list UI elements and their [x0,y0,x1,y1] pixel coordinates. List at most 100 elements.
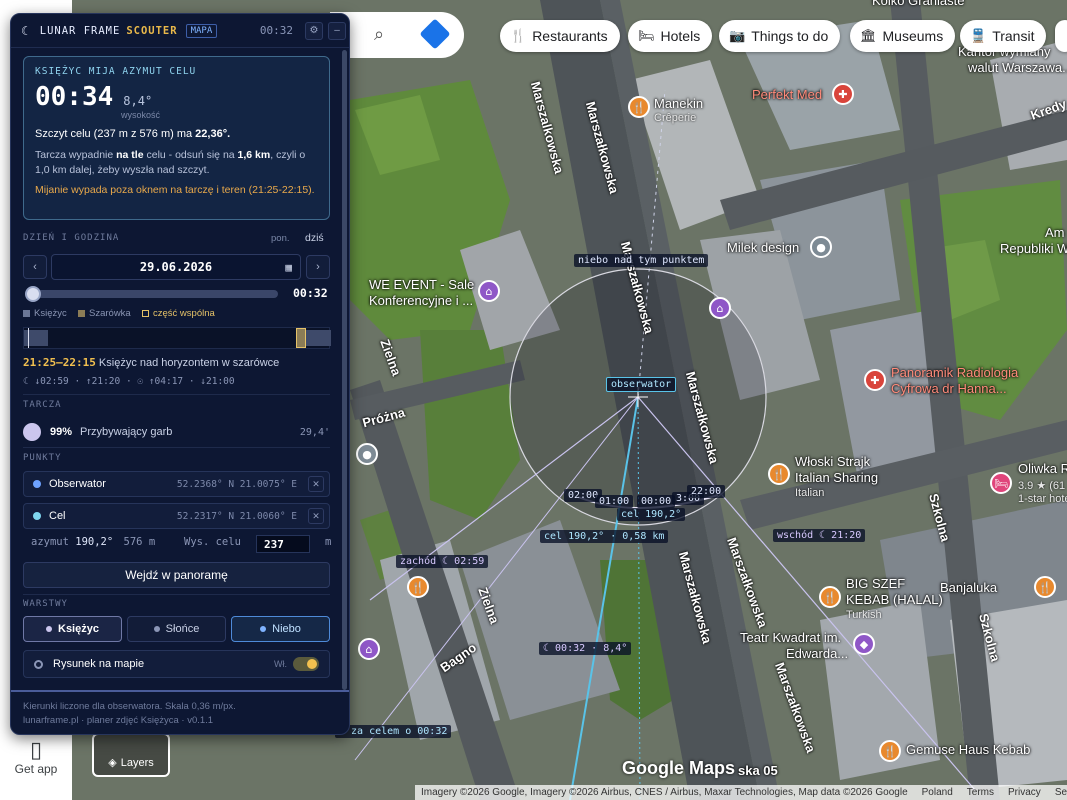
terms-link[interactable]: Terms [967,787,994,798]
footer-credits[interactable]: lunarframe.pl · planer zdjęć Księżyca · … [23,714,339,728]
apparent-size: 29,4' [299,426,330,438]
museum-icon: 🏛 [860,28,877,44]
venue-pin-icon[interactable]: ⌂ [709,297,731,319]
poi-gemuse-haus[interactable]: Gemuse Haus Kebab [906,743,1030,757]
place-pin-icon[interactable]: ● [810,236,832,258]
moon-disk-icon [23,423,41,441]
poi-wloski-strajk-line2[interactable]: Italian Sharing [795,471,878,485]
search-icon[interactable]: ⌕ [374,24,384,45]
medical-pin-icon[interactable]: ✚ [864,369,886,391]
place-pin-icon[interactable]: ● [356,443,378,465]
poi-banjaluka[interactable]: Banjaluka [940,581,997,595]
today-button[interactable]: dziś [305,232,324,244]
poi-panoramik[interactable]: Panoramik Radiologia [891,366,1018,380]
drawing-radio-icon [34,659,43,669]
target-height-unit: m [325,536,332,548]
next-day-button[interactable]: › [306,255,330,279]
poi-oliwka[interactable]: Oliwka R [1018,462,1067,476]
remove-target-button[interactable]: ✕ [308,508,324,524]
poi-big-szef-line2[interactable]: KEBAB (HALAL) [846,593,943,607]
train-icon: 🚆 [970,28,987,44]
app-title: LUNAR FRAME [39,24,121,37]
chip-museums[interactable]: 🏛 Museums [850,20,956,52]
target-height-label: Wys. celu [184,536,241,548]
observer-marker-label[interactable]: obserwator [606,377,677,392]
chip-hotels[interactable]: 🛏 Hotels [628,20,713,52]
map-drawing-toggle-row[interactable]: Rysunek na mapie Wł. [23,650,330,678]
moon-passes-target-alert: KSIĘŻYC MIJA AZYMUT CELU 00:34 8,4° wyso… [23,56,330,220]
chip-transit[interactable]: 🚆 Transit [960,20,1047,52]
moon-icon: ☾ [21,23,32,38]
search-bar[interactable]: ⌕ [330,12,464,58]
layer-toggle-sky[interactable]: Niebo [231,616,330,642]
target-azimuth-label: cel 190,2° [617,508,686,521]
legend-swatch [142,310,149,317]
region-link[interactable]: Poland [922,787,953,798]
prev-day-button[interactable]: ‹ [23,255,47,279]
poi-big-szef[interactable]: BIG SZEF [846,577,905,591]
date-input[interactable]: 29.06.2026 ▦ [51,254,301,280]
time-slider-handle[interactable] [25,286,41,302]
target-point-row[interactable]: Cel 52.2317° N 21.0060° E ✕ [23,503,330,529]
moonrise-direction-label: wschód ☾ 21:20 [773,529,866,542]
minimize-button[interactable]: – [328,21,346,40]
directions-icon[interactable] [419,18,451,50]
layer-toggle-moon[interactable]: Księżyc [23,616,122,642]
chip-things-to-do[interactable]: 📷 Things to do [719,20,841,52]
mode-badge[interactable]: MAPA [185,23,218,38]
phase-section-label: TARCZA [23,400,62,410]
poi-panoramik-line2[interactable]: Cyfrowa dr Hanna... [891,382,1007,396]
settings-gear-icon[interactable]: ⚙ [305,21,323,40]
privacy-link[interactable]: Privacy [1008,787,1041,798]
get-app-button[interactable]: ▯ Get app [6,737,66,777]
layers-button[interactable]: ◈ Layers [92,733,170,777]
send-feedback-link[interactable]: Se [1055,787,1067,798]
poi-kantor-line2[interactable]: walut Warszawa... [968,61,1067,75]
poi-teatr-kwadrat-line2[interactable]: Edwarda... [786,647,848,661]
poi-manekin[interactable]: Manekin [654,97,703,111]
drawing-toggle-switch[interactable] [293,657,319,671]
poi-wloski-strajk[interactable]: Włoski Strajk [795,455,870,469]
restaurant-pin-icon[interactable]: 🍴 [768,463,790,485]
venue-pin-icon[interactable]: ⌂ [358,638,380,660]
layer-dot-icon [46,626,52,632]
layer-toggle-sun[interactable]: Słońce [127,616,226,642]
day-timeline[interactable] [23,327,331,349]
legend-swatch [78,310,85,317]
poi-we-event[interactable]: WE EVENT - Sale [369,278,474,292]
theater-pin-icon[interactable]: ◆ [853,633,875,655]
poi-we-event-line2[interactable]: Konferencyjne i ... [369,294,473,308]
observer-point-row[interactable]: Obserwator 52.2368° N 21.0075° E ✕ [23,471,330,497]
restaurant-pin-icon[interactable]: 🍴 [819,586,841,608]
twilight-window: 21:25–22:15 Księżyc nad horyzontem w sza… [23,356,280,369]
restaurant-pin-icon[interactable]: 🍴 [1034,576,1056,598]
timeline-cursor[interactable] [28,328,29,348]
panel-scrollbar[interactable] [342,50,347,690]
poi-embassy-line2[interactable]: Republiki W [1000,242,1067,256]
time-slider[interactable] [25,286,278,302]
divider [23,447,330,448]
calendar-icon[interactable]: ▦ [285,261,292,274]
open-panorama-button[interactable]: Wejdź w panoramę [23,562,330,588]
target-height-input[interactable]: 237 [256,535,310,553]
poi-teatr-kwadrat[interactable]: Teatr Kwadrat im. [740,631,841,645]
layer-dot-icon [260,626,267,632]
sky-point-label: niebo nad tym punktem [574,254,709,267]
phone-icon: ▯ [29,737,43,762]
poi-koiko[interactable]: Koiko Graniaste [872,0,965,8]
chip-more[interactable] [1055,20,1067,52]
medical-pin-icon[interactable]: ✚ [832,83,854,105]
restaurant-pin-icon[interactable]: 🍴 [879,740,901,762]
alert-altitude: 8,4° [123,94,153,108]
venue-pin-icon[interactable]: ⌂ [478,280,500,302]
chip-restaurants[interactable]: 🍴 Restaurants [500,20,620,52]
restaurant-pin-icon[interactable]: 🍴 [407,576,429,598]
hotel-pin-icon[interactable]: 🛏 [990,472,1012,494]
remove-observer-button[interactable]: ✕ [308,476,324,492]
poi-milek-design[interactable]: Milek design [727,241,799,255]
poi-perfekt-med[interactable]: Perfekt Med [752,88,822,102]
poi-embassy[interactable]: Am [1045,226,1065,240]
restaurant-icon: 🍴 [510,28,527,44]
observer-coordinates: 52.2368° N 21.0075° E [176,478,297,490]
restaurant-pin-icon[interactable]: 🍴 [628,96,650,118]
